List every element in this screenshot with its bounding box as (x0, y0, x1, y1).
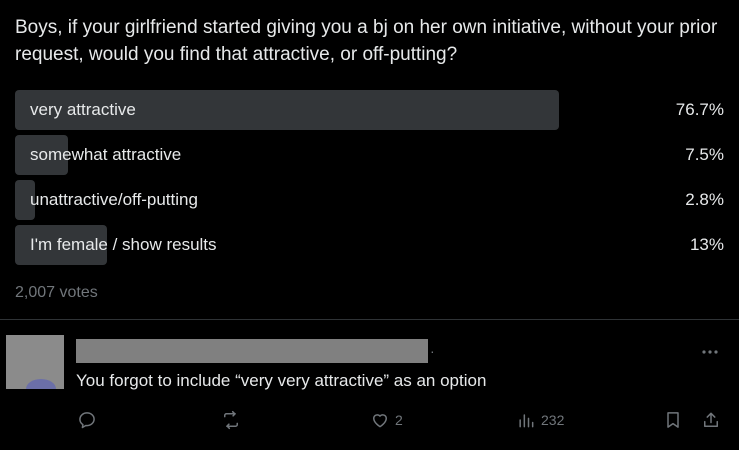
poll-vote-count: 2,007 votes (15, 284, 98, 301)
poll-option: unattractive/off-putting 2.8% (15, 180, 724, 220)
divider (0, 319, 739, 320)
poll-option-percent: 76.7% (675, 100, 724, 119)
bookmark-icon (667, 412, 679, 428)
poll-option: I'm female / show results 13% (15, 225, 724, 265)
heart-icon (373, 414, 387, 428)
reply-icon (79, 412, 95, 429)
bookmark-button[interactable] (663, 410, 683, 430)
views-icon (519, 414, 534, 428)
repost-icon (224, 410, 238, 430)
avatar-image (26, 379, 56, 389)
like-count: 2 (395, 412, 403, 428)
poll-option: very attractive 76.7% (15, 90, 724, 130)
share-icon (704, 412, 718, 427)
poll-option-label: I'm female / show results (30, 235, 217, 254)
poll-option-percent: 13% (689, 235, 724, 254)
name-separator: · (430, 343, 435, 359)
views-count: 232 (541, 412, 565, 428)
poll-option-percent: 7.5% (685, 145, 724, 164)
poll-option: somewhat attractive 7.5% (15, 135, 724, 175)
poll: very attractive 76.7% somewhat attractiv… (15, 90, 724, 270)
more-icon (702, 350, 718, 354)
redacted-username[interactable] (76, 339, 428, 363)
like-button[interactable]: 2 (370, 410, 403, 430)
poll-option-label: very attractive (30, 100, 136, 119)
poll-question: Boys, if your girlfriend started giving … (15, 17, 718, 65)
reply-text: You forgot to include “very very attract… (76, 371, 487, 390)
repost-button[interactable] (221, 410, 241, 430)
views-button[interactable]: 232 (516, 410, 564, 430)
avatar[interactable] (6, 335, 64, 389)
share-button[interactable] (701, 410, 721, 430)
more-options-button[interactable] (700, 344, 720, 362)
reply-button[interactable] (77, 410, 97, 430)
poll-option-label: somewhat attractive (30, 145, 182, 164)
poll-option-label: unattractive/off-putting (30, 190, 198, 209)
poll-option-percent: 2.8% (685, 190, 724, 209)
